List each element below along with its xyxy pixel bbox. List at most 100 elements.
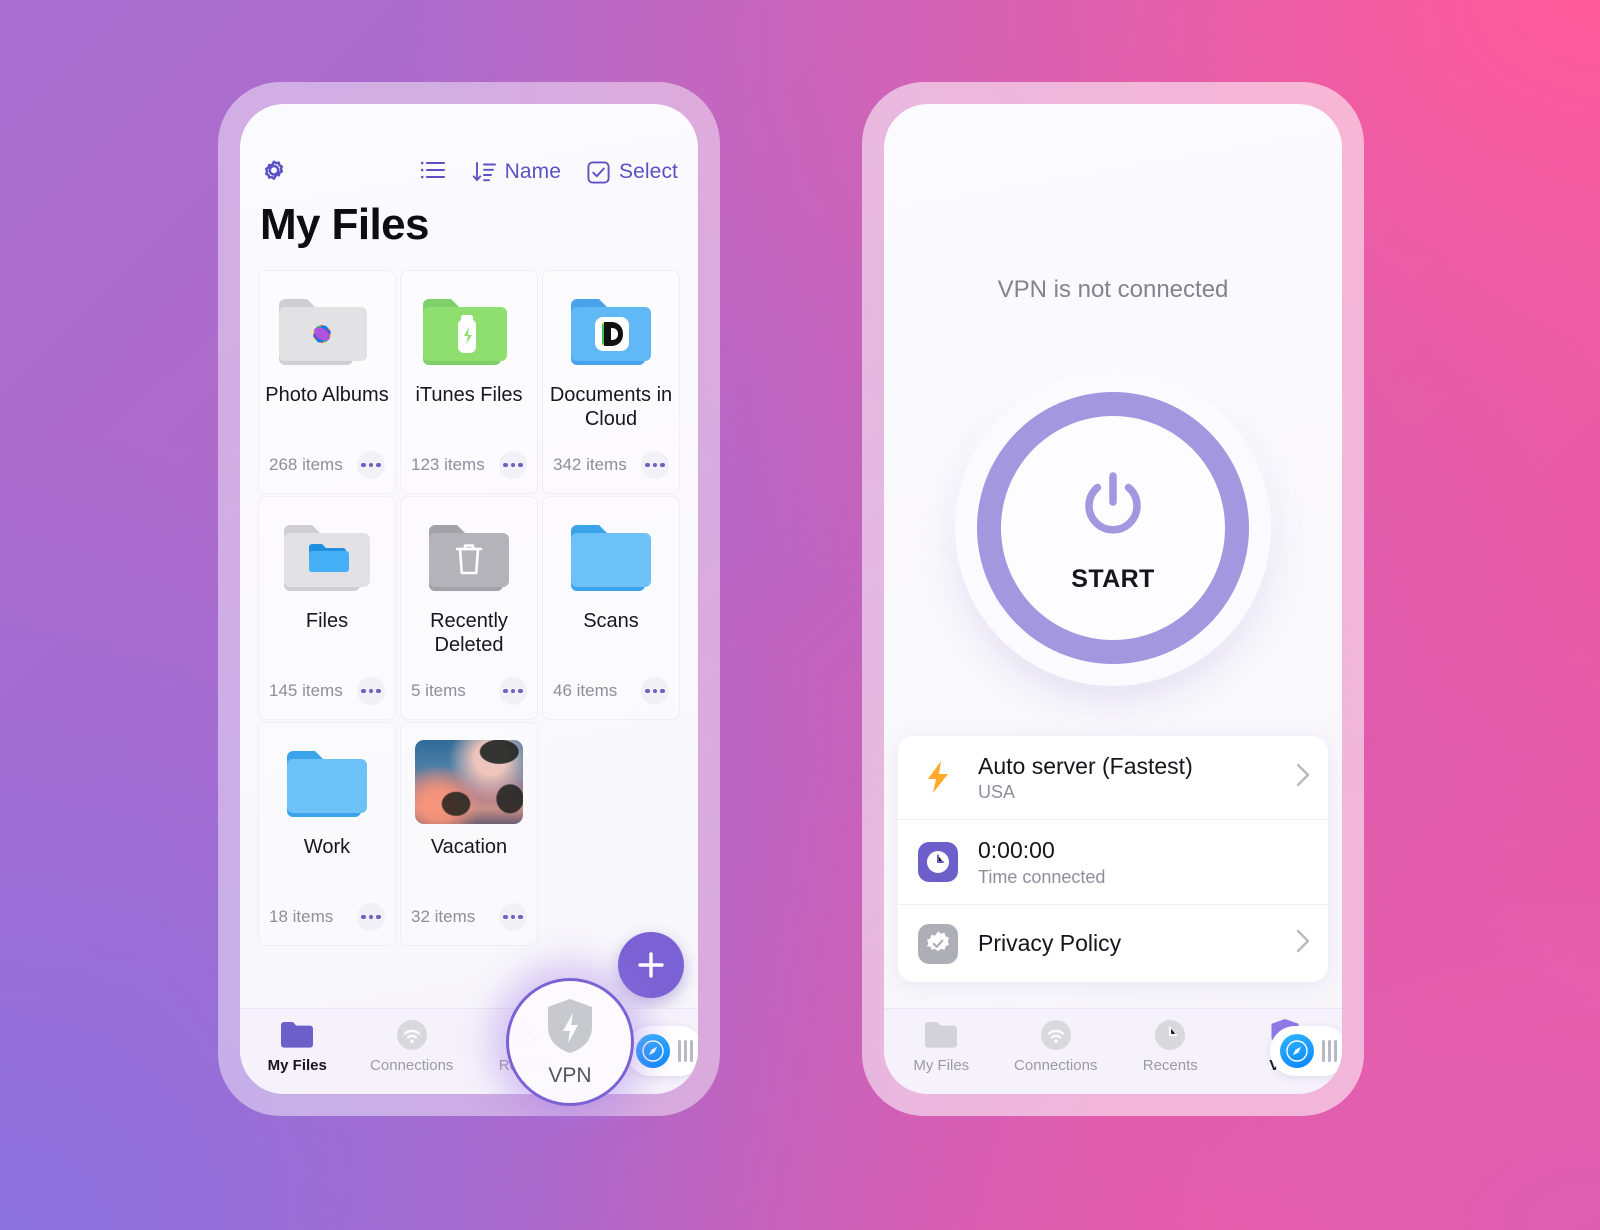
- file-count: 342 items: [553, 455, 627, 474]
- clock-icon-badge: [918, 842, 958, 883]
- tab-label: Connections: [370, 1057, 454, 1074]
- file-name: Documents in Cloud: [549, 384, 673, 430]
- page-title: My Files: [260, 200, 429, 249]
- safari-pill[interactable]: [1270, 1026, 1342, 1076]
- row-title: Privacy Policy: [978, 930, 1122, 957]
- sort-descending-icon: [472, 161, 496, 183]
- tab-label: My Files: [267, 1057, 327, 1074]
- list-view-button[interactable]: [420, 160, 446, 185]
- file-count: 5 items: [411, 681, 466, 700]
- file-count: 18 items: [269, 907, 334, 926]
- select-button[interactable]: Select: [587, 160, 678, 184]
- file-name: Files: [305, 610, 349, 632]
- more-options-button[interactable]: [357, 677, 385, 705]
- more-options-button[interactable]: [499, 903, 527, 931]
- folder-icon: [280, 1019, 314, 1051]
- file-card-itunes-files[interactable]: iTunes Files 123 items: [400, 270, 538, 494]
- card-footer: 123 items: [411, 451, 527, 479]
- more-options-button[interactable]: [357, 903, 385, 931]
- drag-handle[interactable]: [678, 1040, 693, 1062]
- vpn-options-card: Auto server (Fastest) USA 0:00:00 Time c: [898, 735, 1328, 982]
- folder-documents-icon: [561, 293, 661, 367]
- phone-left: Name Select My Files Photo Albums 268 it…: [218, 82, 720, 1116]
- row-title: 0:00:00: [978, 837, 1055, 864]
- add-button[interactable]: [618, 932, 684, 998]
- clock-icon: [916, 840, 960, 884]
- file-card-documents-in-cloud[interactable]: Documents in Cloud 342 items: [542, 270, 680, 494]
- toolbar-actions: Name Select: [420, 160, 678, 185]
- vpn-row-auto-server[interactable]: Auto server (Fastest) USA: [898, 736, 1328, 820]
- tab-my-files[interactable]: My Files: [240, 1019, 355, 1074]
- more-options-button[interactable]: [641, 451, 669, 479]
- chevron-right-icon: [1296, 929, 1310, 958]
- grid-empty-slot: [542, 722, 680, 946]
- vacation-photo: [415, 740, 523, 824]
- card-footer: 5 items: [411, 677, 527, 705]
- row-title: Auto server (Fastest): [978, 752, 1193, 779]
- vpn-bubble-label: VPN: [548, 1063, 592, 1087]
- shield-icon: [544, 997, 596, 1060]
- file-count: 32 items: [411, 907, 476, 926]
- row-text: 0:00:00 Time connected: [978, 836, 1310, 888]
- file-card-scans[interactable]: Scans 46 items: [542, 496, 680, 720]
- file-name: Recently Deleted: [430, 610, 508, 656]
- sort-label: Name: [504, 160, 562, 183]
- row-text: Privacy Policy: [978, 929, 1278, 958]
- shield-check-badge: [918, 923, 958, 964]
- select-label: Select: [619, 160, 678, 183]
- more-options-button[interactable]: [357, 451, 385, 479]
- folder-trash-icon: [419, 519, 519, 593]
- vpn-tab-highlight[interactable]: VPN: [506, 978, 634, 1106]
- more-options-button[interactable]: [641, 677, 669, 705]
- left-toolbar: Name Select: [240, 152, 698, 192]
- wifi-icon: [396, 1019, 428, 1051]
- right-tabbar: My Files Connections Recents: [884, 1008, 1342, 1094]
- folder-files-icon: [277, 519, 377, 593]
- card-footer: 46 items: [553, 677, 669, 705]
- photo-thumbnail-icon: [415, 740, 523, 824]
- file-card-work[interactable]: Work 18 items: [258, 722, 396, 946]
- safari-pill[interactable]: [626, 1026, 698, 1076]
- more-options-button[interactable]: [499, 451, 527, 479]
- tab-my-files[interactable]: My Files: [884, 1019, 999, 1074]
- file-card-photo-albums[interactable]: Photo Albums 268 items: [258, 270, 396, 494]
- vpn-row-privacy-policy[interactable]: Privacy Policy: [898, 904, 1328, 982]
- row-subtitle: Time connected: [978, 867, 1106, 887]
- tab-label: My Files: [913, 1057, 970, 1074]
- gear-icon[interactable]: [260, 158, 288, 186]
- tab-connections[interactable]: Connections: [999, 1019, 1114, 1074]
- right-screen: VPN is not connected START Auto server (…: [884, 104, 1342, 1094]
- tab-connections[interactable]: Connections: [355, 1019, 470, 1074]
- folder-blue-icon: [277, 745, 377, 819]
- file-card-vacation[interactable]: Vacation 32 items: [400, 722, 538, 946]
- power-label: START: [1071, 565, 1155, 593]
- folder-photos-icon: [277, 293, 377, 367]
- file-count: 123 items: [411, 455, 485, 474]
- card-footer: 145 items: [269, 677, 385, 705]
- tab-label: Recents: [1142, 1057, 1198, 1074]
- card-footer: 268 items: [269, 451, 385, 479]
- vpn-row-time-connected: 0:00:00 Time connected: [898, 819, 1328, 904]
- bolt-icon: [916, 755, 960, 799]
- file-card-recently-deleted[interactable]: Recently Deleted 5 items: [400, 496, 538, 720]
- sort-by-name-button[interactable]: Name: [472, 160, 561, 184]
- tab-label: Connections: [1014, 1057, 1098, 1074]
- folder-itunes-icon: [419, 293, 519, 367]
- file-name: Scans: [583, 610, 639, 632]
- drag-handle[interactable]: [1322, 1040, 1337, 1062]
- file-name: Photo Albums: [265, 384, 389, 406]
- card-footer: 342 items: [553, 451, 669, 479]
- power-ring: START: [977, 392, 1249, 664]
- file-name: Vacation: [430, 836, 508, 858]
- file-count: 46 items: [553, 681, 618, 700]
- card-footer: 18 items: [269, 903, 385, 931]
- power-icon: [1067, 462, 1159, 559]
- clock-icon: [1154, 1019, 1186, 1051]
- tab-recents[interactable]: Recents: [1113, 1019, 1228, 1074]
- file-name: iTunes Files: [415, 384, 523, 406]
- safari-compass-icon[interactable]: [1280, 1034, 1314, 1068]
- file-card-files[interactable]: Files 145 items: [258, 496, 396, 720]
- vpn-power-button[interactable]: START: [955, 370, 1271, 686]
- more-options-button[interactable]: [499, 677, 527, 705]
- safari-compass-icon[interactable]: [636, 1034, 670, 1068]
